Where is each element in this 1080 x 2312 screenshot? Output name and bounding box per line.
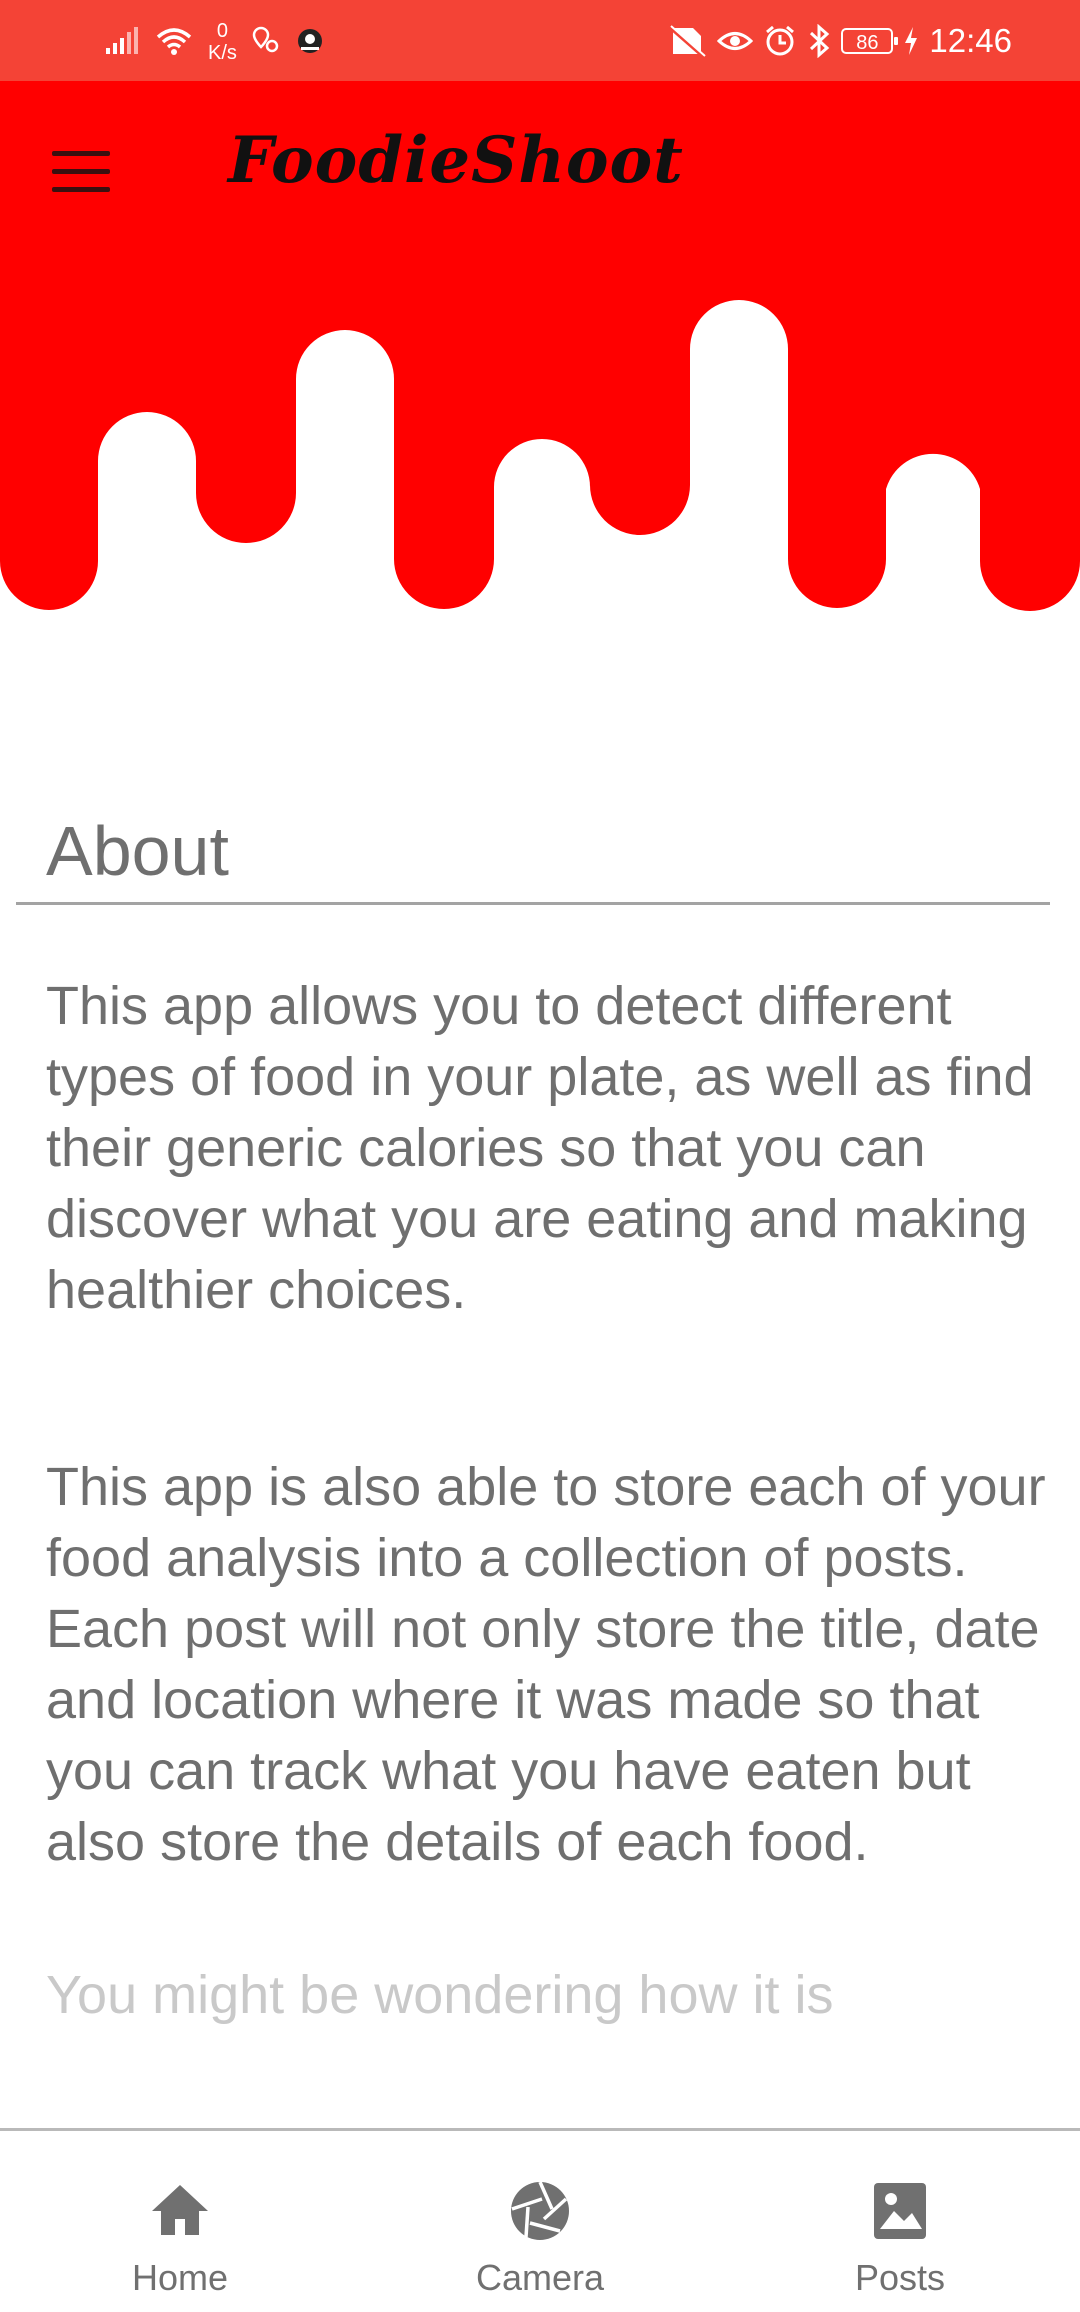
nav-item-posts[interactable]: Posts: [720, 2131, 1080, 2312]
app-notification-icon: [297, 29, 322, 53]
sim-off-icon: [670, 25, 707, 58]
menu-bar-3: [52, 186, 110, 192]
status-left-group: 0 K/s: [104, 14, 325, 68]
cell-signal-icon: [106, 27, 138, 54]
menu-bar-2: [52, 168, 110, 174]
nav-item-home[interactable]: Home: [0, 2131, 360, 2312]
battery-indicator: 86: [841, 28, 899, 54]
about-paragraph-faded: You might be wondering how it is: [46, 1965, 834, 2025]
net-speed-value: 0: [216, 20, 229, 42]
bottom-navigation: Home Camera Posts: [0, 2128, 1080, 2312]
nav-label-camera: Camera: [475, 2257, 605, 2298]
about-title: About: [46, 812, 229, 890]
eye-comfort-icon: [717, 32, 754, 50]
wifi-icon: [156, 28, 192, 55]
menu-bar-1: [52, 150, 110, 156]
charging-icon: [905, 27, 918, 55]
nav-item-camera[interactable]: Camera: [360, 2131, 720, 2312]
posts-image-icon: [874, 2183, 926, 2239]
status-bar: 0 K/s 86 12:46: [0, 0, 1080, 81]
status-clock: 12:46: [929, 22, 1012, 59]
about-paragraph: This app is also able to store each of y…: [46, 1457, 1046, 1872]
location-icon: [252, 26, 279, 53]
net-speed-unit: K/s: [208, 42, 237, 64]
net-speed: 0 K/s: [208, 20, 237, 64]
bluetooth-icon: [810, 24, 830, 58]
about-paragraph: This app allows you to detect different …: [46, 976, 1034, 1320]
about-divider: [16, 902, 1050, 905]
about-content[interactable]: About This app allows you to detect diff…: [0, 621, 1080, 2039]
alarm-icon: [766, 25, 795, 56]
camera-aperture-icon: [511, 2181, 569, 2240]
home-icon: [152, 2185, 208, 2235]
status-right-group: 86 12:46: [667, 14, 1012, 68]
nav-label-home: Home: [131, 2257, 229, 2298]
brand-logo: FoodieShoot: [228, 123, 684, 198]
nav-label-posts: Posts: [854, 2257, 946, 2298]
app-header: FoodieShoot: [0, 81, 1080, 621]
hamburger-menu-icon[interactable]: [52, 141, 116, 201]
